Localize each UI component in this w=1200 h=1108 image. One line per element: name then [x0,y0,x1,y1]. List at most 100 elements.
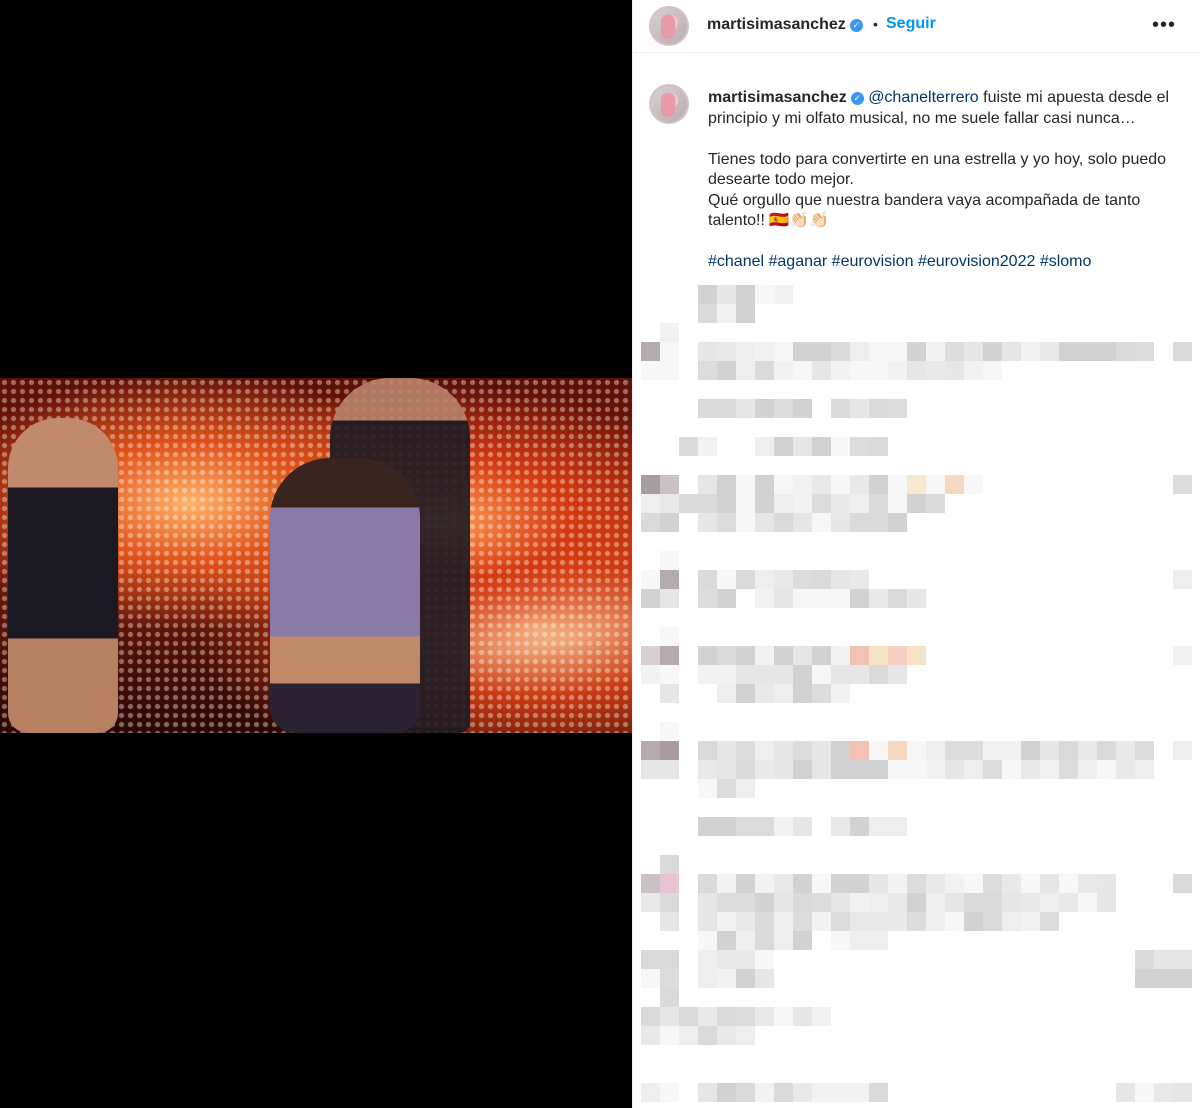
pixel-block [1173,874,1192,893]
pixel-block [736,741,755,760]
pixel-block [755,665,774,684]
video-frame[interactable] [0,378,632,733]
follow-button[interactable]: Seguir [886,15,936,33]
pixel-block [698,912,717,931]
pixel-block [793,912,812,931]
pixel-block [717,1026,736,1045]
pixel-block [755,494,774,513]
pixel-block [964,741,983,760]
pixel-block [755,342,774,361]
pixel-block [812,665,831,684]
pixel-block [660,722,679,741]
pixel-block [831,513,850,532]
pixel-block [1135,969,1154,988]
pixel-block [907,874,926,893]
pixel-block [793,874,812,893]
pixel-block [660,988,679,1007]
pixel-block [1059,342,1078,361]
pixel-block [774,760,793,779]
pixel-block [1059,741,1078,760]
pixel-block [660,570,679,589]
hashtag-link[interactable]: #slomo [1040,253,1092,270]
pixel-block [1135,760,1154,779]
pixel-block [698,893,717,912]
pixel-block [717,741,736,760]
pixel-block [793,1083,812,1102]
pixel-block [850,361,869,380]
avatar[interactable] [649,6,689,46]
pixel-block [831,475,850,494]
pixel-block [850,494,869,513]
pixel-block [717,893,736,912]
pixel-block [1116,342,1135,361]
pixel-block [850,589,869,608]
pixel-block [831,760,850,779]
pixel-block [736,684,755,703]
pixel-block [793,475,812,494]
pixel-block [736,342,755,361]
more-options-icon[interactable]: ••• [1146,12,1182,38]
pixel-block [774,1083,793,1102]
pixel-block [774,361,793,380]
username-text[interactable]: martisimasanchez [707,16,846,33]
pixel-block [1021,342,1040,361]
caption-username-link[interactable]: martisimasanchez [708,89,847,106]
pixel-block [831,646,850,665]
pixel-block [1078,342,1097,361]
pixel-block [641,646,660,665]
pixel-block [831,912,850,931]
pixel-block [698,760,717,779]
pixel-block [736,950,755,969]
pixel-block [869,475,888,494]
pixel-block [641,1026,660,1045]
pixel-block [774,570,793,589]
hashtag-link[interactable]: #eurovision [832,253,914,270]
pixel-block [660,855,679,874]
pixel-block [660,646,679,665]
pixel-block [812,684,831,703]
pixel-block [736,779,755,798]
pixel-block [660,1007,679,1026]
pixel-block [1173,950,1192,969]
pixel-block [945,475,964,494]
pixel-block [1097,874,1116,893]
mention-link[interactable]: @chanelterrero [868,89,979,106]
pixel-block [888,760,907,779]
pixel-block [793,437,812,456]
pixel-block [831,874,850,893]
pixel-block [812,760,831,779]
header-username-link[interactable]: martisimasanchez ✓ [707,16,863,34]
pixel-block [774,342,793,361]
pixel-block [641,741,660,760]
pixel-block [812,513,831,532]
pixel-block [869,342,888,361]
hashtag-link[interactable]: #chanel [708,253,764,270]
pixel-block [717,1083,736,1102]
pixel-block [850,646,869,665]
pixel-block [1002,741,1021,760]
pixel-block [850,342,869,361]
pixel-block [888,912,907,931]
hashtag-link[interactable]: #eurovision2022 [918,253,1035,270]
pixel-block [698,285,717,304]
pixel-block [755,589,774,608]
pixel-block [698,1026,717,1045]
pixel-block [1040,874,1059,893]
pixel-block [793,760,812,779]
pixel-block [926,741,945,760]
pixel-block [812,912,831,931]
hashtag-link[interactable]: #aganar [769,253,828,270]
post-media[interactable] [0,0,632,1108]
pixel-block [869,361,888,380]
pixel-block [926,494,945,513]
pixel-block [888,399,907,418]
pixel-block [660,1026,679,1045]
pixel-block [1173,475,1192,494]
pixel-block [774,513,793,532]
pixel-block [774,874,793,893]
pixel-block [812,437,831,456]
post-sidebar: martisimasanchez ✓ • Seguir ••• martisima… [632,0,1200,1108]
pixel-block [755,361,774,380]
caption-avatar[interactable] [649,84,689,124]
pixel-block [869,437,888,456]
